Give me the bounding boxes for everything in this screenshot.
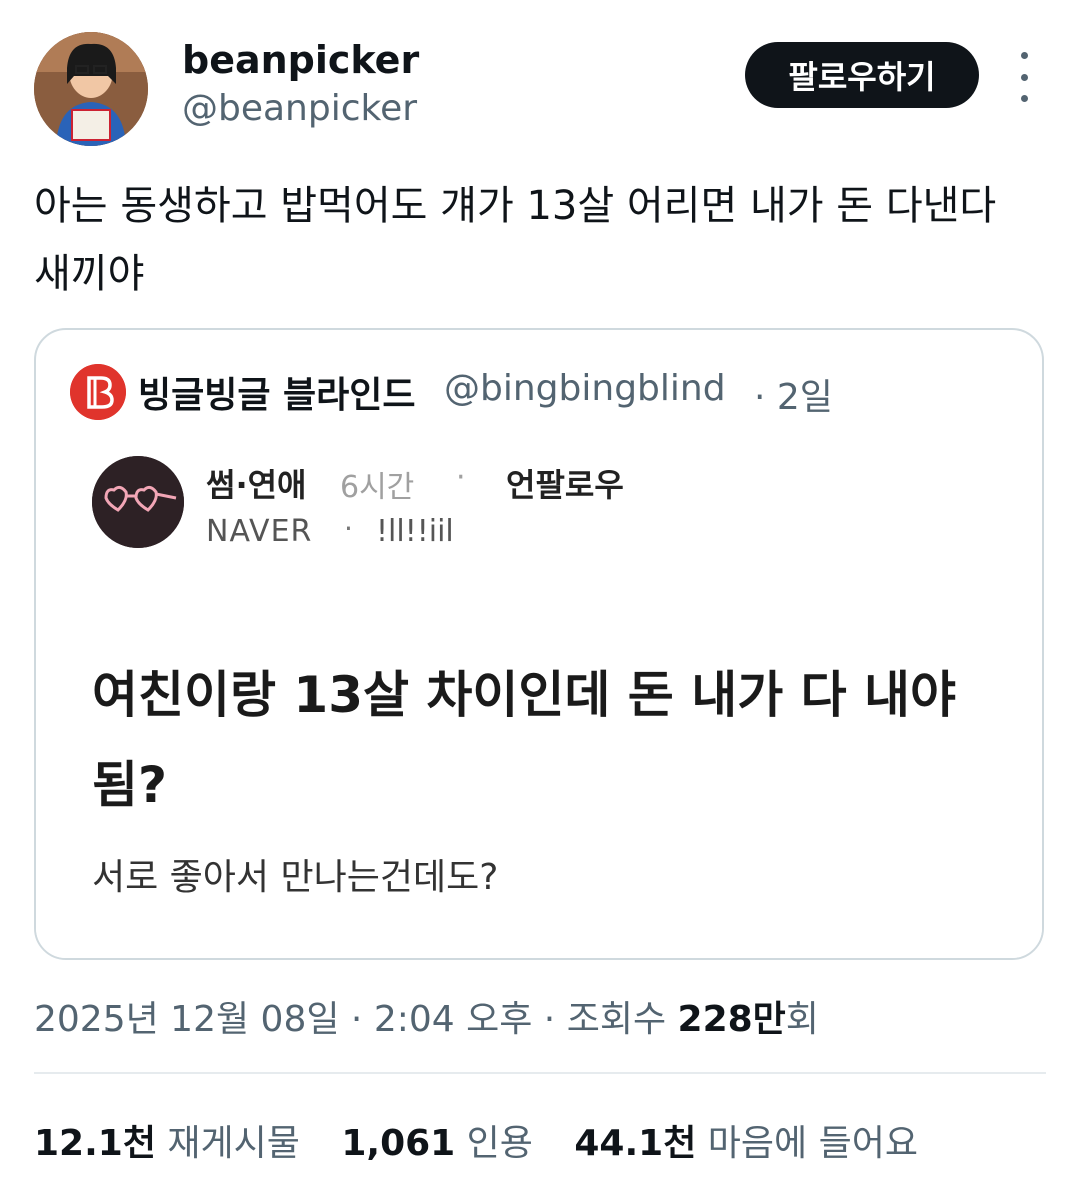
quote-author-name[interactable]: 빙글빙글 블라인드 — [138, 366, 416, 418]
author-name[interactable]: beanpicker — [182, 38, 419, 82]
post-category: 썸·연애 — [206, 466, 307, 504]
more-options-icon[interactable] — [1006, 52, 1042, 102]
author-avatar[interactable] — [34, 32, 148, 146]
quote-author-handle[interactable]: @bingbingblind — [444, 368, 726, 409]
likes-stat[interactable]: 44.1천 마음에 들어요 — [574, 1123, 918, 1164]
views-suffix: 회 — [785, 999, 819, 1040]
meta-separator: · — [532, 999, 567, 1040]
tweet-meta: 2025년 12월 08일 · 2:04 오후 · 조회수 228만회 — [34, 990, 819, 1042]
quote-tweet-card[interactable]: 빙글빙글 블라인드 @bingbingblind · 2일 썸·연애 6시간 ·… — [34, 328, 1044, 960]
views-label: 조회수 — [566, 999, 678, 1040]
post-nickname: !ll!!iil — [376, 514, 454, 549]
post-avatar — [92, 456, 184, 548]
tweet-text: 아는 동생하고 밥먹어도 걔가 13살 어리면 내가 돈 다낸다 새끼야 — [34, 183, 997, 297]
author-handle[interactable]: @beanpicker — [182, 88, 417, 129]
follow-button[interactable]: 팔로우하기 — [745, 42, 979, 108]
tweet-time[interactable]: 2:04 오후 — [374, 999, 533, 1040]
quote-header: 빙글빙글 블라인드 @bingbingblind · 2일 — [36, 330, 1042, 442]
blind-logo-icon — [70, 364, 126, 420]
retweets-count: 12.1천 — [34, 1123, 156, 1164]
likes-label: 마음에 들어요 — [707, 1123, 918, 1164]
separator-dot: · — [456, 460, 466, 495]
tweet-date[interactable]: 2025년 12월 08일 — [34, 999, 339, 1040]
retweets-stat[interactable]: 12.1천 재게시물 — [34, 1123, 300, 1164]
post-body: 서로 좋아서 만나는건데도? — [92, 857, 499, 898]
post-time: 6시간 — [340, 470, 415, 505]
quote-image[interactable]: 썸·연애 6시간 · 언팔로우 NAVER · !ll!!iil 여친이랑 13… — [36, 440, 1042, 958]
views-count[interactable]: 228만 — [678, 999, 786, 1040]
quote-timestamp: · 2일 — [754, 377, 833, 418]
separator-dot: · — [344, 512, 353, 545]
likes-count: 44.1천 — [574, 1123, 697, 1164]
tweet-header: beanpicker @beanpicker 팔로우하기 — [0, 0, 1080, 160]
unfollow-label: 언팔로우 — [506, 466, 624, 504]
quotes-label: 인용 — [466, 1123, 533, 1164]
dot-icon — [1020, 95, 1028, 102]
post-company: NAVER — [206, 514, 313, 549]
dot-icon — [1020, 52, 1028, 59]
dot-icon — [1020, 73, 1028, 81]
quotes-stat[interactable]: 1,061 인용 — [341, 1123, 533, 1164]
quotes-count: 1,061 — [341, 1123, 456, 1164]
meta-separator: · — [339, 999, 374, 1040]
engagement-stats: 12.1천 재게시물 1,061 인용 44.1천 마음에 들어요 — [34, 1114, 948, 1166]
quote-avatar[interactable] — [70, 364, 126, 420]
divider — [34, 1072, 1046, 1074]
heart-glasses-icon — [92, 456, 184, 548]
post-title: 여친이랑 13살 차이인데 돈 내가 다 내야됨? — [92, 666, 957, 814]
retweets-label: 재게시물 — [167, 1123, 300, 1164]
